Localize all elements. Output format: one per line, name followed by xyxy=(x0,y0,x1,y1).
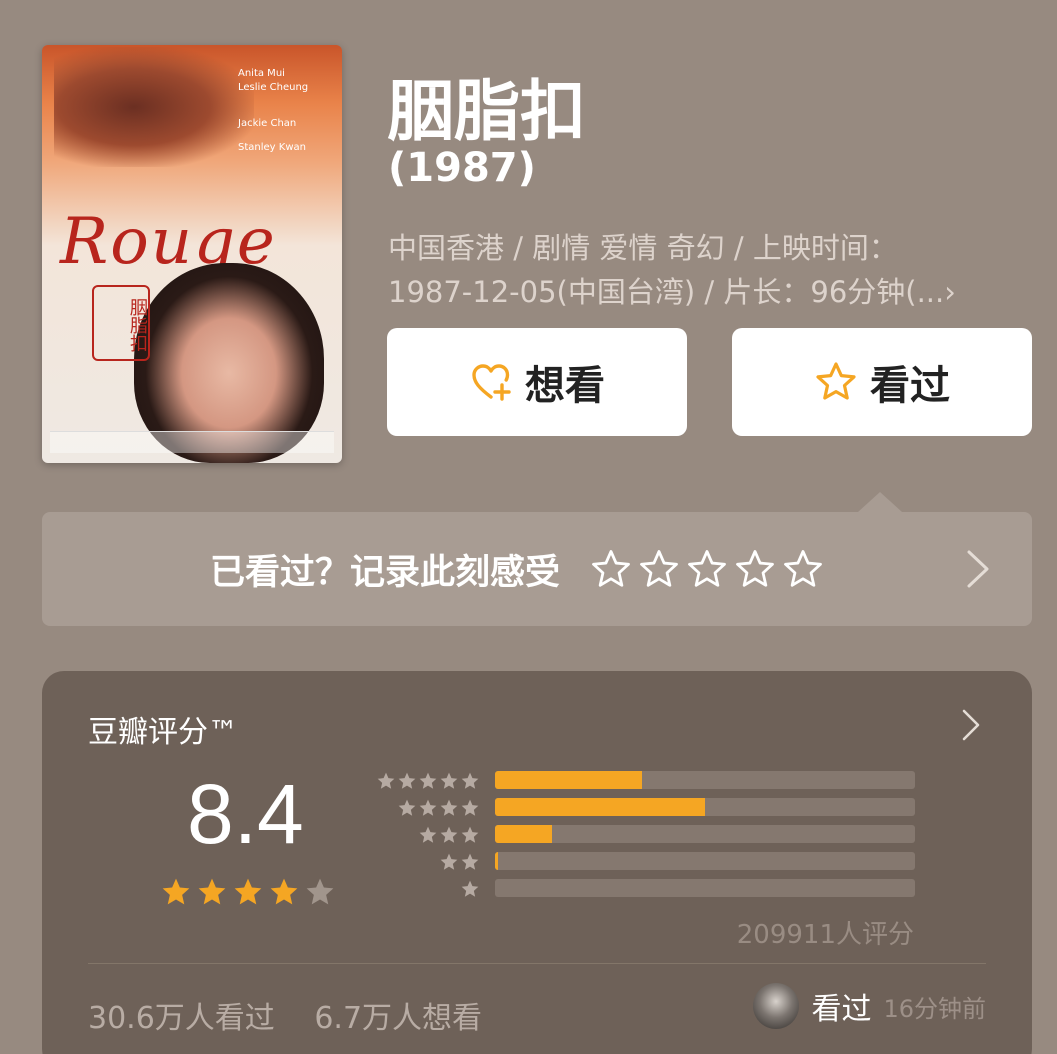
record-feeling-prompt: 已看过？记录此刻感受 xyxy=(210,552,561,593)
star-small-icon xyxy=(419,799,437,816)
movie-meta-line1: 中国香港 / 剧情 爱情 奇幻 / 上映时间： xyxy=(388,231,898,265)
rating-bar-track xyxy=(495,852,915,870)
popover-caret xyxy=(858,492,902,512)
poster-distributor-logos xyxy=(50,431,334,453)
star-small-icon xyxy=(461,772,479,789)
chevron-right-icon[interactable] xyxy=(962,709,980,741)
star-small-icon xyxy=(440,826,458,843)
star-outline-icon[interactable] xyxy=(590,548,632,590)
wanted-count: 6.7万人想看 xyxy=(314,1001,483,1036)
want-to-watch-button[interactable]: 想看 xyxy=(387,328,687,436)
heart-plus-icon xyxy=(472,364,511,401)
star-small-icon xyxy=(419,772,437,789)
star-outline-icon[interactable] xyxy=(686,548,728,590)
star-small-icon xyxy=(398,799,416,816)
chevron-right-icon xyxy=(967,550,989,588)
star-small-icon xyxy=(461,799,479,816)
rate-stars[interactable] xyxy=(590,548,824,590)
rating-count: 209911人评分 xyxy=(736,920,914,950)
star-outline-icon xyxy=(816,362,856,400)
star-filled-icon xyxy=(270,878,298,905)
rating-level-stars xyxy=(372,852,480,872)
rating-bar-track xyxy=(495,879,915,897)
avatar[interactable] xyxy=(753,983,800,1029)
rating-bar-track xyxy=(495,798,915,816)
rating-bar-fill xyxy=(495,825,552,843)
friend-action: 看过 xyxy=(811,992,872,1027)
star-outline-icon[interactable] xyxy=(782,548,824,590)
movie-meta-line2: 1987-12-05(中国台湾) / 片长：96分钟(...› xyxy=(388,275,956,309)
star-small-icon xyxy=(398,772,416,789)
rating-bar-track xyxy=(495,771,915,789)
star-small-icon xyxy=(440,772,458,789)
rating-card[interactable]: 豆瓣评分™ 8.4 209911人评分 30.6万人看过 6.7万人想看 看过 … xyxy=(42,671,1032,1054)
watched-count: 30.6万人看过 xyxy=(88,1001,275,1036)
star-empty-icon xyxy=(306,878,334,905)
rating-level-stars xyxy=(372,825,480,845)
friend-time: 16分钟前 xyxy=(883,994,986,1023)
rating-bar-fill xyxy=(495,852,498,870)
watched-button[interactable]: 看过 xyxy=(732,328,1032,436)
watched-label: 看过 xyxy=(870,363,950,409)
rating-level-stars xyxy=(372,771,480,791)
record-feeling-bar[interactable]: 已看过？记录此刻感受 xyxy=(42,512,1032,626)
rating-bar-fill xyxy=(495,798,705,816)
star-filled-icon xyxy=(162,878,190,905)
rating-score: 8.4 xyxy=(187,767,304,861)
movie-year: (1987) xyxy=(388,145,536,191)
star-small-icon xyxy=(419,826,437,843)
rating-bar-track xyxy=(495,825,915,843)
divider xyxy=(88,963,986,964)
star-small-icon xyxy=(461,853,479,870)
star-small-icon xyxy=(440,853,458,870)
audience-stats: 30.6万人看过 6.7万人想看 xyxy=(88,993,512,1037)
star-outline-icon[interactable] xyxy=(734,548,776,590)
star-small-icon xyxy=(440,799,458,816)
rating-bar-fill xyxy=(495,771,642,789)
friend-activity[interactable]: 看过 16分钟前 xyxy=(753,983,986,1029)
rating-level-stars xyxy=(372,879,480,899)
star-filled-icon xyxy=(234,878,262,905)
star-small-icon xyxy=(461,880,479,897)
star-filled-icon xyxy=(198,878,226,905)
star-small-icon xyxy=(461,826,479,843)
movie-title: 胭脂扣 xyxy=(388,73,586,150)
rating-level-stars xyxy=(372,798,480,818)
movie-poster[interactable]: Anita Mui Leslie Cheung Jackie Chan Stan… xyxy=(42,45,342,463)
poster-seal: 胭脂扣 xyxy=(92,285,150,361)
star-small-icon xyxy=(377,772,395,789)
rating-stars xyxy=(160,876,336,908)
poster-credits: Anita Mui Leslie Cheung Jackie Chan Stan… xyxy=(238,68,309,153)
poster-couple-image xyxy=(54,47,254,167)
want-to-watch-label: 想看 xyxy=(525,363,605,409)
star-outline-icon[interactable] xyxy=(638,548,680,590)
movie-meta[interactable]: 中国香港 / 剧情 爱情 奇幻 / 上映时间： 1987-12-05(中国台湾)… xyxy=(388,226,1028,314)
rating-label: 豆瓣评分™ xyxy=(88,715,238,750)
